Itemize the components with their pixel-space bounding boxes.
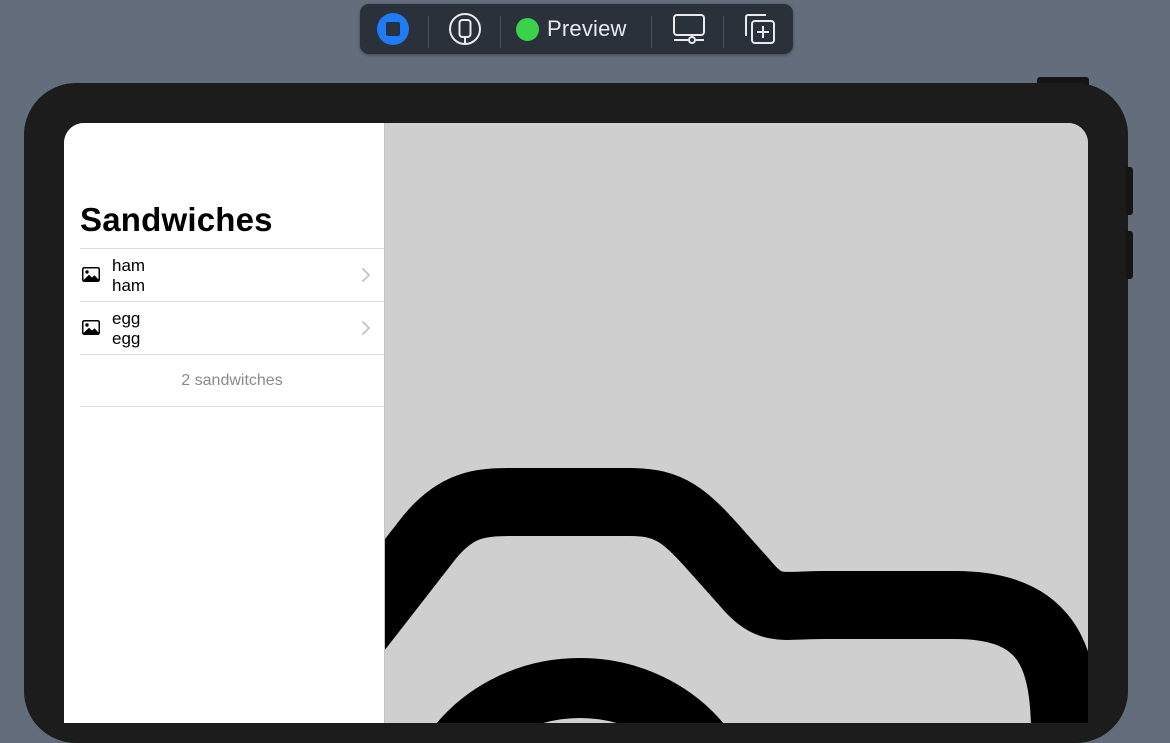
display-settings-icon xyxy=(673,14,705,44)
duplicate-preview-button[interactable] xyxy=(739,4,781,54)
item-subtitle: egg xyxy=(112,329,141,348)
device-volume-up-button xyxy=(1126,167,1133,215)
photo-icon xyxy=(82,267,100,282)
photo-icon xyxy=(82,320,100,335)
item-title: ham xyxy=(112,256,146,275)
photo-placeholder-icon xyxy=(385,468,1088,723)
page-title: Sandwiches xyxy=(80,201,273,238)
duplicate-preview-icon xyxy=(745,14,775,44)
preview-label: Preview xyxy=(547,16,627,41)
device-volume-down-button xyxy=(1126,231,1133,279)
device-select-button[interactable] xyxy=(445,4,485,54)
item-subtitle: ham xyxy=(112,276,146,295)
stop-square-icon xyxy=(377,13,409,45)
device-select-icon xyxy=(449,13,481,45)
detail-pane xyxy=(385,123,1088,723)
display-settings-button[interactable] xyxy=(667,4,711,54)
sandwich-list: ham ham egg egg 2 sandwitches xyxy=(80,248,384,407)
chevron-right-icon xyxy=(362,321,370,335)
live-preview-button[interactable] xyxy=(374,4,412,54)
list-item[interactable]: ham ham xyxy=(80,248,384,301)
chevron-right-icon xyxy=(362,268,370,282)
toolbar-divider xyxy=(723,16,724,48)
preview-toolbar: Preview xyxy=(360,4,793,54)
item-title: egg xyxy=(112,309,141,328)
list-item[interactable]: egg egg xyxy=(80,301,384,354)
preview-status-button[interactable]: Preview xyxy=(516,4,636,54)
toolbar-divider xyxy=(500,16,501,48)
status-dot-icon xyxy=(516,17,539,41)
list-footer: 2 sandwitches xyxy=(80,354,384,407)
toolbar-divider xyxy=(651,16,652,48)
sidebar: Sandwiches ham ham egg egg 2 sandwitches xyxy=(64,123,384,723)
toolbar-divider xyxy=(428,16,429,48)
ipad-screen: Sandwiches ham ham egg egg 2 sandwitches xyxy=(64,123,1088,723)
